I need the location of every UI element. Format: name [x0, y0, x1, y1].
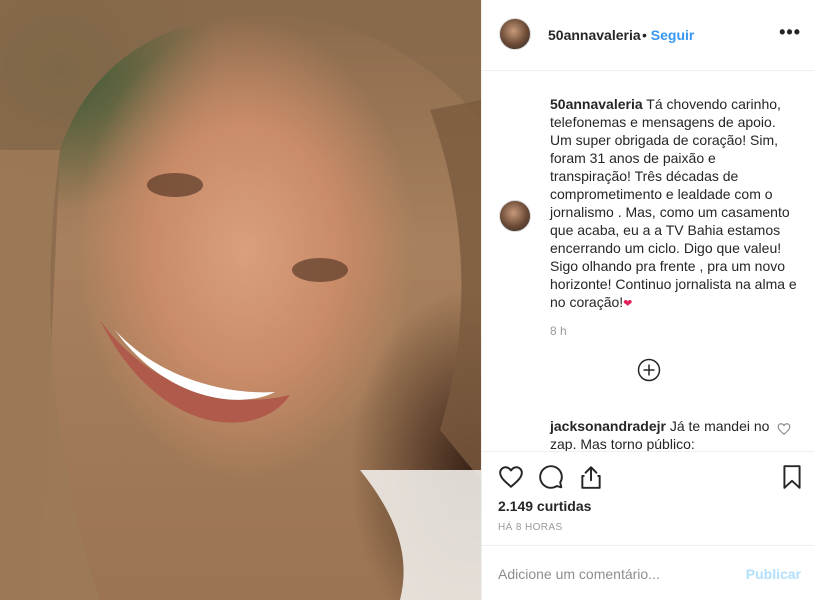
comments-list[interactable]: 50annavaleria Tá chovendo carinho, telef… [482, 71, 814, 451]
caption-text: Tá chovendo carinho, telefonemas e mensa… [550, 96, 797, 310]
post-header: 50annavaleria • Seguir ••• [482, 0, 814, 71]
separator-dot: • [642, 27, 651, 43]
post-timestamp[interactable]: HÁ 8 HORAS [498, 522, 563, 533]
load-more-comments-icon[interactable] [637, 358, 661, 382]
caption: 50annavaleria Tá chovendo carinho, telef… [550, 95, 798, 313]
comment-item: jacksonandradejr Já te mandei no zap. Ma… [550, 417, 770, 451]
like-heart-icon[interactable] [498, 464, 524, 490]
comment-username[interactable]: jacksonandradejr [550, 418, 666, 434]
more-options-icon[interactable]: ••• [779, 22, 801, 43]
bookmark-icon[interactable] [779, 464, 805, 490]
share-icon[interactable] [578, 464, 604, 490]
post-detail-panel: 50annavaleria • Seguir ••• 50annavaleria… [481, 0, 814, 600]
comment-like-icon[interactable] [777, 422, 791, 436]
follow-button[interactable]: • Seguir [642, 27, 694, 43]
author-username[interactable]: 50annavaleria [548, 27, 641, 43]
add-comment-bar: Adicione um comentário... Publicar [482, 545, 814, 600]
follow-label: Seguir [650, 27, 695, 43]
heart-emoji: ❤ [623, 298, 633, 310]
caption-avatar[interactable] [499, 200, 531, 232]
comment-input[interactable]: Adicione um comentário... [498, 566, 660, 582]
comment-bubble-icon[interactable] [538, 464, 564, 490]
publish-button[interactable]: Publicar [746, 566, 801, 582]
caption-time[interactable]: 8 h [550, 324, 567, 338]
photo-drawing [0, 0, 481, 600]
author-avatar[interactable] [499, 18, 531, 50]
likes-count[interactable]: 2.149 curtidas [498, 498, 591, 514]
action-bar: 2.149 curtidas HÁ 8 HORAS [482, 451, 814, 545]
caption-username[interactable]: 50annavaleria [550, 96, 643, 112]
post-photo[interactable] [0, 0, 481, 600]
